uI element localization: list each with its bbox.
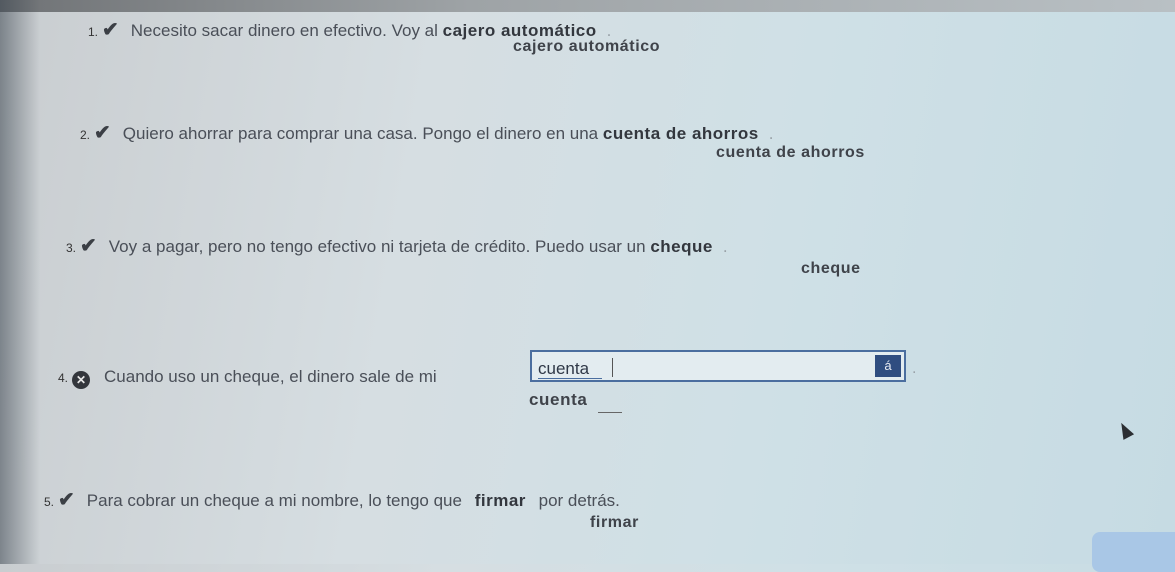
text-caret xyxy=(612,358,613,377)
question-5: 5. ✔ Para cobrar un cheque a mi nombre, lo… xyxy=(44,487,620,512)
question-prompt: Voy a pagar, pero no tengo efectivo ni t… xyxy=(108,237,646,256)
question-2: 2. ✔ Quiero ahorrar para comprar una casa.… xyxy=(80,120,773,145)
question-number: 2. xyxy=(80,128,91,142)
question-period: . xyxy=(912,360,917,377)
question-prompt: Para cobrar un cheque a mi nombre, lo te… xyxy=(86,491,462,510)
accent-a-button[interactable]: á xyxy=(875,355,901,377)
correct-answer-2: cuenta de ahorros xyxy=(716,144,865,161)
question-suffix: por detrás. xyxy=(538,491,620,510)
corner-button[interactable] xyxy=(1092,532,1175,572)
question-3: 3. ✔ Voy a pagar, pero no tengo efectivo n… xyxy=(66,233,728,258)
correct-answer-5: firmar xyxy=(590,514,639,531)
question-prompt: Quiero ahorrar para comprar una casa. Po… xyxy=(122,124,599,143)
check-icon: ✔ xyxy=(58,489,75,511)
question-prompt: Cuando uso un cheque, el dinero sale de … xyxy=(104,367,437,386)
question-period: . xyxy=(722,237,728,256)
answer-input-value[interactable]: cuenta xyxy=(538,359,589,379)
screen-left-shadow xyxy=(0,0,40,564)
question-period: . xyxy=(768,124,774,143)
question-4: 4. ✕ Cuando uso un cheque, el dinero sale … xyxy=(58,367,437,389)
incorrect-icon: ✕ xyxy=(72,371,91,389)
mouse-cursor-icon xyxy=(1115,420,1135,440)
answer-input[interactable]: cuenta á xyxy=(530,350,906,382)
answer-text: cheque xyxy=(650,237,713,256)
answer-underline xyxy=(598,412,622,413)
question-number: 3. xyxy=(66,241,77,255)
correct-answer-3: cheque xyxy=(801,260,861,277)
question-number: 1. xyxy=(88,25,99,39)
check-icon: ✔ xyxy=(102,19,119,41)
answer-text: firmar xyxy=(474,491,526,510)
correct-answer-1: cajero automático xyxy=(513,38,661,55)
question-prompt: Necesito sacar dinero en efectivo. Voy a… xyxy=(130,21,438,40)
check-icon: ✔ xyxy=(94,122,111,144)
answer-text: cuenta de ahorros xyxy=(602,124,759,143)
correct-answer-4: cuenta xyxy=(529,390,588,409)
spellcheck-underline xyxy=(538,378,602,379)
question-number: 5. xyxy=(44,495,55,509)
question-number: 4. xyxy=(58,371,69,385)
screen-top-edge xyxy=(0,0,1175,12)
check-icon: ✔ xyxy=(80,235,97,257)
